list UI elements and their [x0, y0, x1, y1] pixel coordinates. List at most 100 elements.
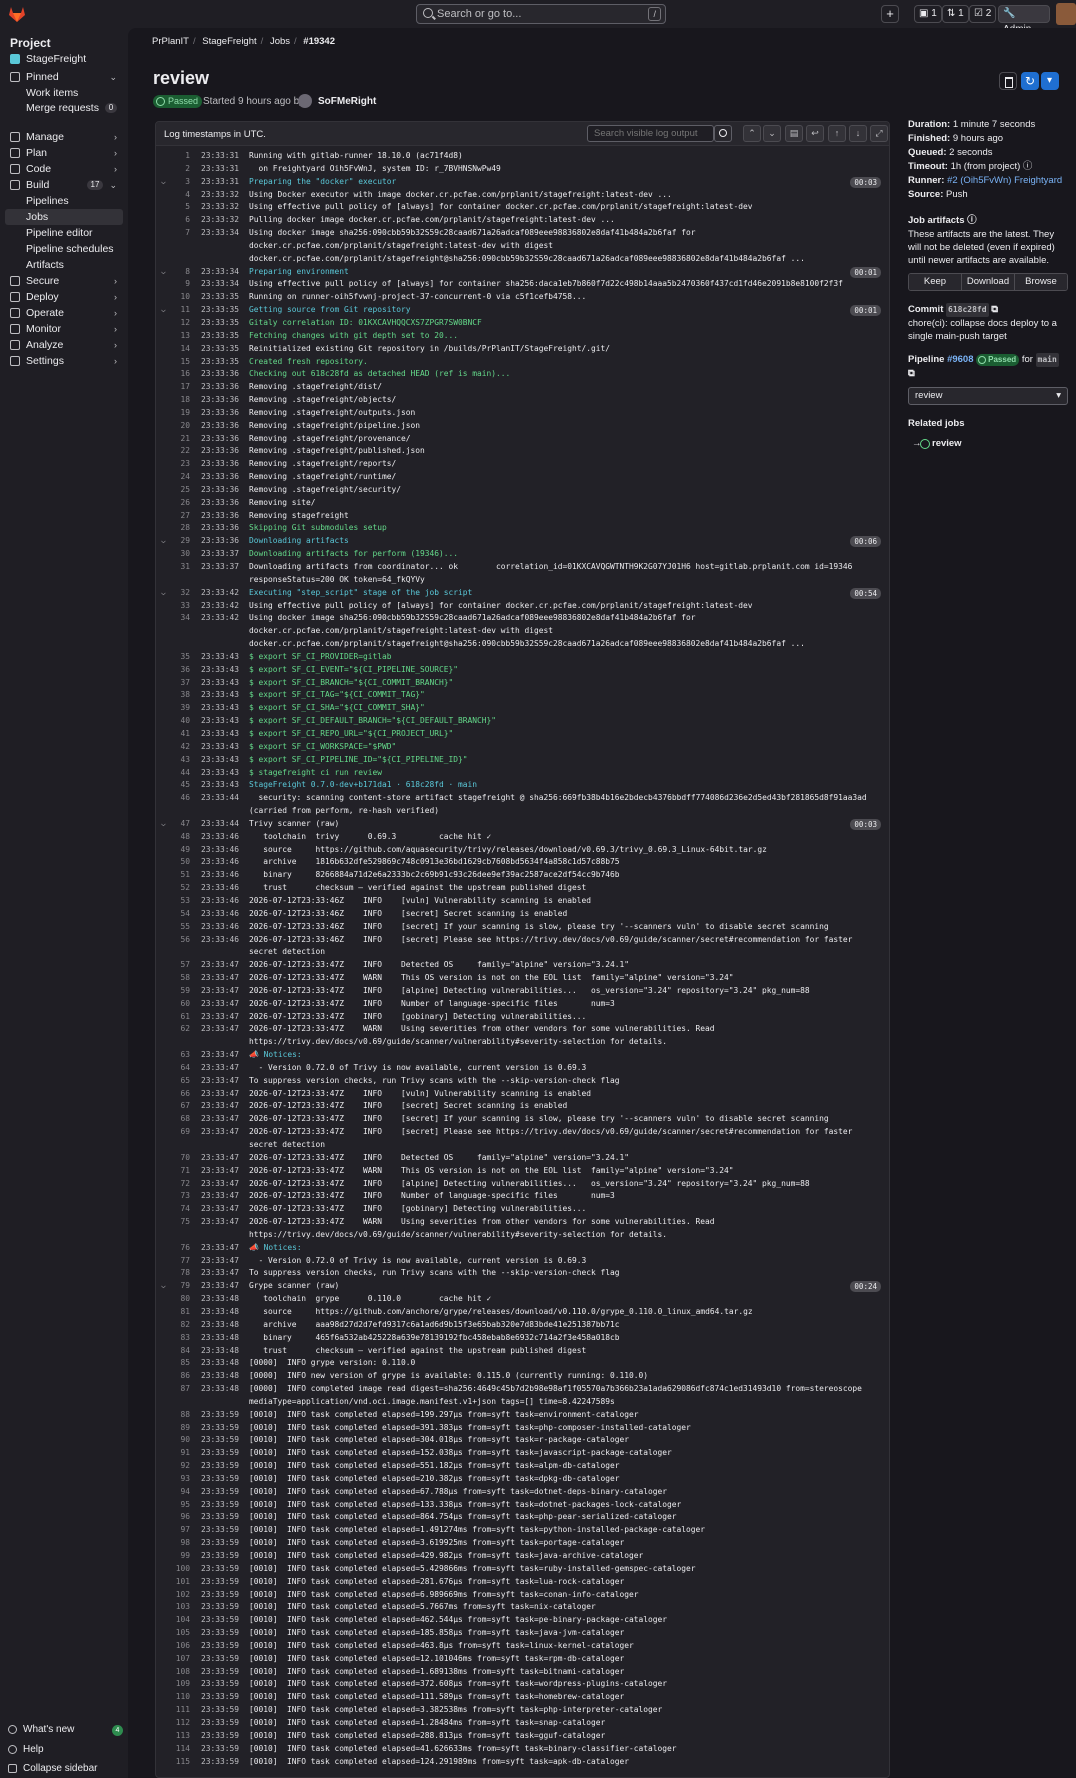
log-line-number[interactable]: 97	[170, 1524, 190, 1537]
retry-options-dropdown[interactable]	[1041, 72, 1059, 90]
log-line-number[interactable]: 109	[170, 1678, 190, 1691]
log-line-number[interactable]: 95	[170, 1499, 190, 1512]
admin-button[interactable]: 🔧 Admin	[998, 5, 1050, 35]
sidebar-item-deploy[interactable]: Deploy ›	[5, 289, 123, 305]
log-line-number[interactable]: 58	[170, 972, 190, 985]
global-search-input[interactable]: Search or go to... /	[416, 4, 666, 24]
log-line-number[interactable]: 28	[170, 522, 190, 535]
log-line-number[interactable]: 20	[170, 420, 190, 433]
log-line-number[interactable]: 62	[170, 1023, 190, 1036]
log-line-number[interactable]: 51	[170, 869, 190, 882]
log-line-number[interactable]: 53	[170, 895, 190, 908]
log-line-number[interactable]: 25	[170, 484, 190, 497]
log-line-number[interactable]: 91	[170, 1447, 190, 1460]
log-line-number[interactable]: 39	[170, 702, 190, 715]
download-artifacts-button[interactable]: Download	[962, 274, 1015, 290]
log-line-number[interactable]: 2	[170, 163, 190, 176]
sidebar-item-pipelines[interactable]: Pipelines	[5, 193, 123, 209]
log-line-number[interactable]: 80	[170, 1293, 190, 1306]
log-line-number[interactable]: 4	[170, 189, 190, 202]
log-search-input[interactable]	[587, 125, 714, 142]
log-search-button[interactable]	[714, 125, 732, 142]
log-line-number[interactable]: 90	[170, 1434, 190, 1447]
breadcrumb-group[interactable]: PrPlanIT	[152, 36, 189, 47]
log-line-number[interactable]: 110	[170, 1691, 190, 1704]
log-line-number[interactable]: 1	[170, 150, 190, 163]
log-line-number[interactable]: 7	[170, 227, 190, 240]
log-line-number[interactable]: 71	[170, 1165, 190, 1178]
copy-icon[interactable]: ⧉	[908, 368, 915, 379]
log-line-number[interactable]: 49	[170, 844, 190, 857]
related-job-item[interactable]: → review	[908, 437, 1068, 451]
sidebar-item-analyze[interactable]: Analyze ›	[5, 337, 123, 353]
sidebar-item-merge-requests[interactable]: Merge requests 0	[5, 100, 123, 116]
log-line-number[interactable]: 64	[170, 1062, 190, 1075]
pipeline-ref[interactable]: main	[1035, 353, 1059, 367]
retry-job-button[interactable]	[1021, 72, 1039, 90]
log-line-number[interactable]: 74	[170, 1203, 190, 1216]
log-line-number[interactable]: 87	[170, 1383, 190, 1396]
section-toggle-icon[interactable]: ⌵	[161, 266, 166, 279]
status-badge[interactable]: Passed	[153, 95, 203, 108]
log-line-number[interactable]: 113	[170, 1730, 190, 1743]
erase-log-button[interactable]	[999, 72, 1017, 90]
log-line-number[interactable]: 26	[170, 497, 190, 510]
log-line-number[interactable]: 105	[170, 1627, 190, 1640]
log-line-number[interactable]: 50	[170, 856, 190, 869]
scroll-top-button[interactable]: ↑	[828, 125, 846, 142]
sidebar-item-pipeline-editor[interactable]: Pipeline editor	[5, 225, 123, 241]
section-toggle-icon[interactable]: ⌵	[161, 1280, 166, 1293]
log-line-number[interactable]: 18	[170, 394, 190, 407]
section-toggle-icon[interactable]: ⌵	[161, 818, 166, 831]
log-line-number[interactable]: 63	[170, 1049, 190, 1062]
log-line-number[interactable]: 3	[170, 176, 190, 189]
log-line-number[interactable]: 93	[170, 1473, 190, 1486]
create-new-button[interactable]: +	[881, 5, 899, 23]
log-line-number[interactable]: 84	[170, 1345, 190, 1358]
log-line-number[interactable]: 79	[170, 1280, 190, 1293]
log-line-number[interactable]: 78	[170, 1267, 190, 1280]
log-line-number[interactable]: 76	[170, 1242, 190, 1255]
section-toggle-icon[interactable]: ⌵	[161, 304, 166, 317]
help-icon[interactable]: ⓘ	[967, 215, 977, 226]
issues-button[interactable]: ▣ 1	[914, 5, 942, 23]
fullscreen-button[interactable]: ⤢	[870, 125, 888, 142]
section-toggle-icon[interactable]: ⌵	[161, 176, 166, 189]
sidebar-item-work-items[interactable]: Work items	[5, 85, 123, 101]
log-line-number[interactable]: 94	[170, 1486, 190, 1499]
breadcrumb-current[interactable]: #19342	[303, 36, 335, 47]
log-line-number[interactable]: 24	[170, 471, 190, 484]
log-line-number[interactable]: 68	[170, 1113, 190, 1126]
log-line-number[interactable]: 31	[170, 561, 190, 574]
previous-match-button[interactable]: ⌃	[743, 125, 761, 142]
log-line-number[interactable]: 89	[170, 1422, 190, 1435]
log-line-number[interactable]: 12	[170, 317, 190, 330]
log-line-number[interactable]: 82	[170, 1319, 190, 1332]
sidebar-item-manage[interactable]: Manage ›	[5, 129, 123, 145]
log-line-number[interactable]: 30	[170, 548, 190, 561]
sidebar-item-settings[interactable]: Settings ›	[5, 353, 123, 369]
log-line-number[interactable]: 106	[170, 1640, 190, 1653]
log-line-number[interactable]: 112	[170, 1717, 190, 1730]
sidebar-item-plan[interactable]: Plan ›	[5, 145, 123, 161]
log-line-number[interactable]: 75	[170, 1216, 190, 1229]
log-line-number[interactable]: 65	[170, 1075, 190, 1088]
pipeline-status-badge[interactable]: Passed	[976, 354, 1020, 366]
collapse-sidebar-button[interactable]: Collapse sidebar	[8, 1762, 98, 1776]
log-line-number[interactable]: 114	[170, 1743, 190, 1756]
show-raw-button[interactable]: ▤	[785, 125, 803, 142]
log-line-number[interactable]: 92	[170, 1460, 190, 1473]
log-line-number[interactable]: 98	[170, 1537, 190, 1550]
log-line-number[interactable]: 9	[170, 278, 190, 291]
log-line-number[interactable]: 22	[170, 445, 190, 458]
log-line-number[interactable]: 99	[170, 1550, 190, 1563]
author-avatar[interactable]	[298, 94, 312, 108]
log-line-number[interactable]: 11	[170, 304, 190, 317]
log-line-number[interactable]: 14	[170, 343, 190, 356]
merge-requests-button[interactable]: ⇅ 1	[942, 5, 969, 23]
log-line-number[interactable]: 103	[170, 1601, 190, 1614]
log-line-number[interactable]: 6	[170, 214, 190, 227]
section-toggle-icon[interactable]: ⌵	[161, 587, 166, 600]
log-line-number[interactable]: 44	[170, 767, 190, 780]
log-line-number[interactable]: 69	[170, 1126, 190, 1139]
